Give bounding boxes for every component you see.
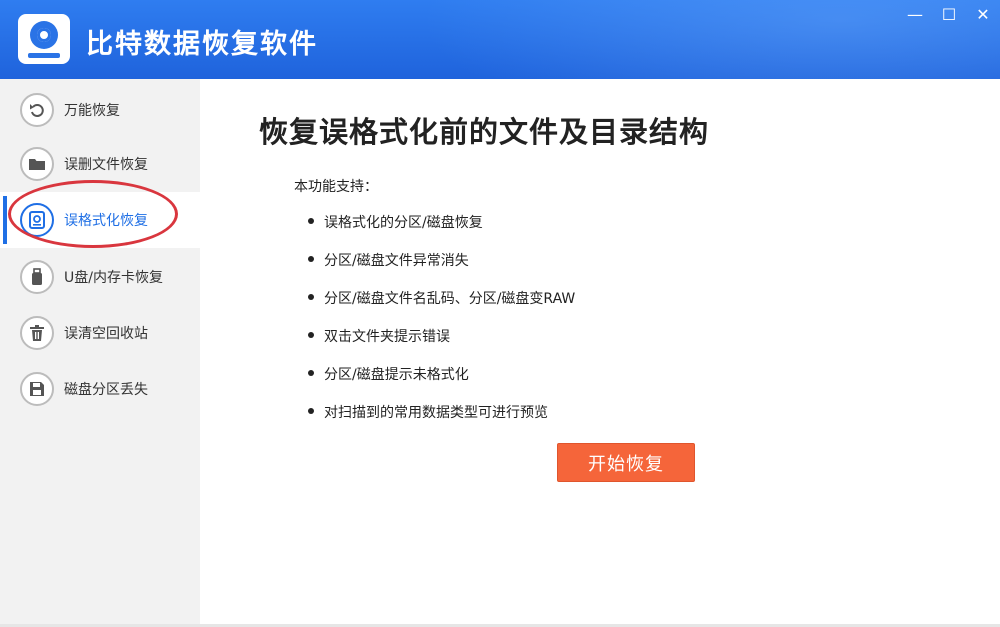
disk-icon xyxy=(20,203,54,237)
sidebar-item-partition-lost[interactable]: 磁盘分区丢失 xyxy=(0,361,200,417)
close-button[interactable]: ✕ xyxy=(966,0,1000,28)
feature-item: 分区/磁盘文件异常消失 xyxy=(308,250,469,270)
title-bar: 比特数据恢复软件 — ☐ ✕ xyxy=(0,0,1000,79)
app-title: 比特数据恢复软件 xyxy=(86,29,318,60)
feature-item: 对扫描到的常用数据类型可进行预览 xyxy=(308,402,548,422)
sidebar-item-usb-recovery[interactable]: U盘/内存卡恢复 xyxy=(0,249,200,305)
sidebar-item-label: 磁盘分区丢失 xyxy=(64,382,148,398)
app-logo xyxy=(18,14,70,64)
sidebar-item-label: 误格式化恢复 xyxy=(64,213,148,229)
feature-item: 双击文件夹提示错误 xyxy=(308,326,450,346)
support-title: 本功能支持： xyxy=(294,179,378,195)
sidebar-item-label: 万能恢复 xyxy=(64,103,120,119)
feature-item: 误格式化的分区/磁盘恢复 xyxy=(308,212,483,232)
sidebar-item-recycle-bin[interactable]: 误清空回收站 xyxy=(0,305,200,361)
disc-icon xyxy=(30,21,58,49)
active-indicator xyxy=(3,196,7,244)
folder-icon xyxy=(20,147,54,181)
sidebar: 万能恢复 误删文件恢复 误格式化恢复 U盘/内存卡恢复 误清空回收站 磁盘分区丢… xyxy=(0,79,200,627)
main-panel: 恢复误格式化前的文件及目录结构 本功能支持： 误格式化的分区/磁盘恢复 分区/磁… xyxy=(200,79,1000,627)
sidebar-item-label: U盘/内存卡恢复 xyxy=(64,270,163,286)
feature-item: 分区/磁盘文件名乱码、分区/磁盘变RAW xyxy=(308,288,575,308)
window-controls: — ☐ ✕ xyxy=(898,0,1000,28)
usb-icon xyxy=(20,260,54,294)
bullet-icon xyxy=(308,408,314,414)
bullet-icon xyxy=(308,370,314,376)
page-title: 恢复误格式化前的文件及目录结构 xyxy=(259,115,710,149)
bullet-icon xyxy=(308,218,314,224)
undo-icon xyxy=(20,93,54,127)
sidebar-item-label: 误删文件恢复 xyxy=(64,157,148,173)
feature-item: 分区/磁盘提示未格式化 xyxy=(308,364,469,384)
sidebar-item-format-recovery[interactable]: 误格式化恢复 xyxy=(0,192,200,248)
save-icon xyxy=(20,372,54,406)
bullet-icon xyxy=(308,256,314,262)
minimize-button[interactable]: — xyxy=(898,0,932,28)
bullet-icon xyxy=(308,332,314,338)
start-recovery-button[interactable]: 开始恢复 xyxy=(557,443,695,482)
sidebar-item-label: 误清空回收站 xyxy=(64,326,148,342)
sidebar-item-deleted-files[interactable]: 误删文件恢复 xyxy=(0,136,200,192)
trash-icon xyxy=(20,316,54,350)
sidebar-item-universal-recovery[interactable]: 万能恢复 xyxy=(0,82,200,138)
maximize-button[interactable]: ☐ xyxy=(932,0,966,28)
bullet-icon xyxy=(308,294,314,300)
